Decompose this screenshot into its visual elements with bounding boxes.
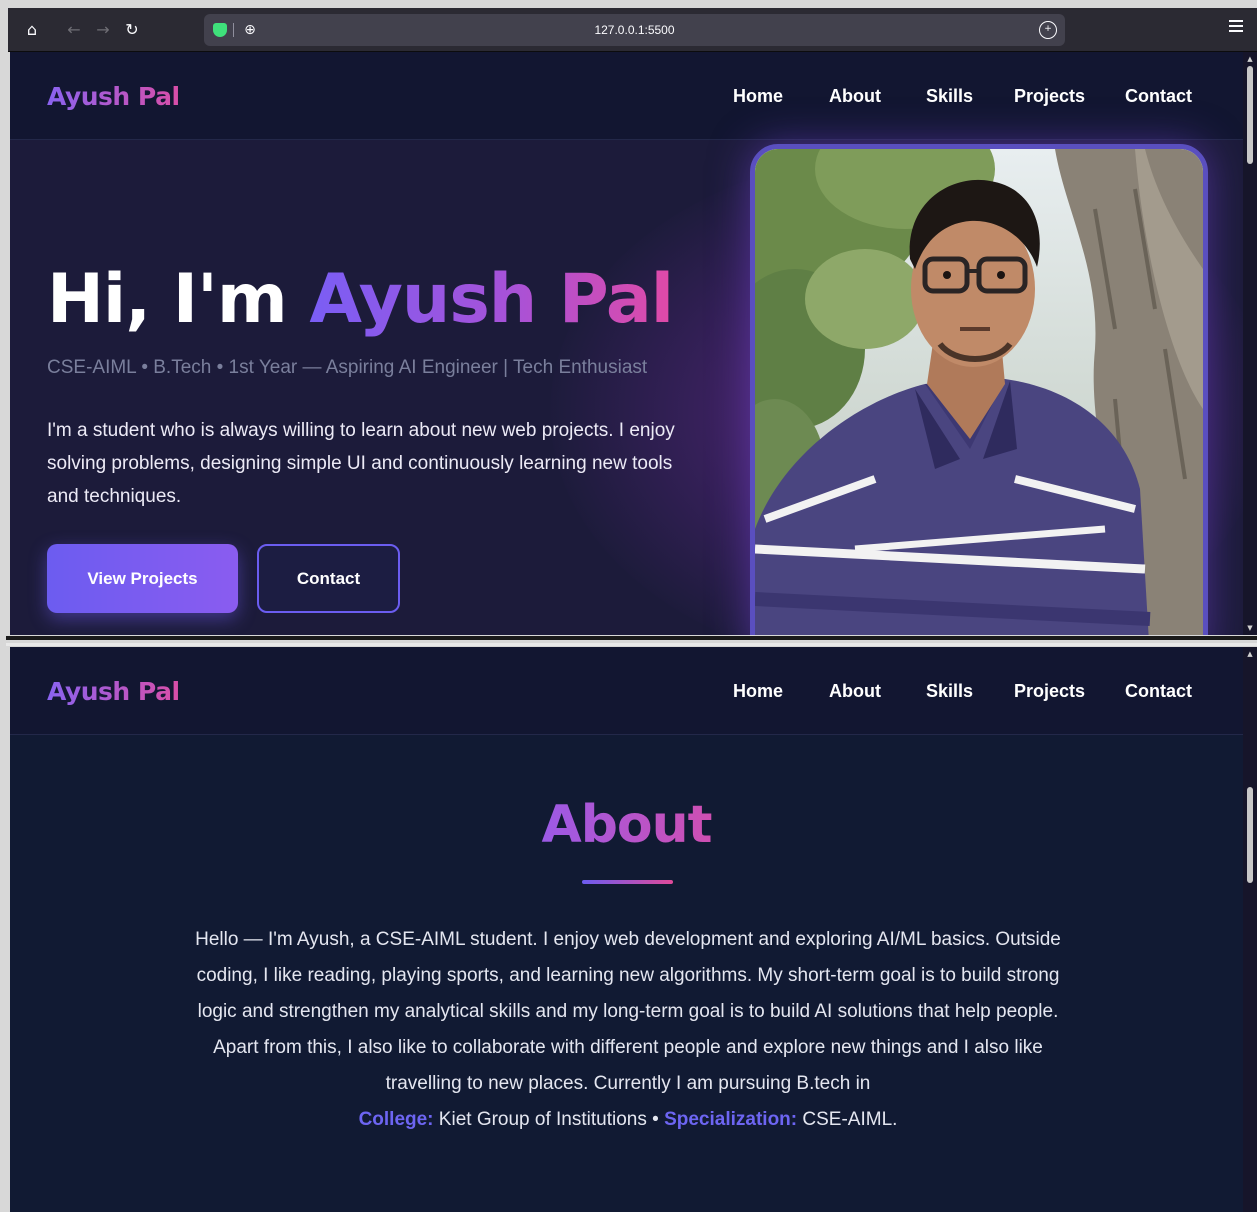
hero-viewport: Ayush Pal Home About Skills Projects Con… [10, 52, 1243, 635]
nav-link-projects[interactable]: Projects [1014, 681, 1085, 702]
scroll-thumb[interactable] [1247, 66, 1253, 164]
contact-button[interactable]: Contact [257, 544, 400, 613]
nav-link-contact[interactable]: Contact [1125, 681, 1192, 702]
profile-photo [750, 144, 1208, 635]
specialization-value: CSE-AIML. [802, 1109, 898, 1130]
info-separator: • [652, 1109, 659, 1130]
reload-icon[interactable]: ↻ [120, 18, 144, 42]
page-scrollbar-2[interactable]: ▲ [1243, 647, 1257, 1212]
about-underline [582, 880, 673, 884]
address-bar[interactable]: ⊕ 127.0.0.1:5500 + [204, 14, 1065, 46]
screenshot-divider [6, 636, 1257, 640]
scroll-down-arrow-icon[interactable]: ▼ [1243, 623, 1257, 633]
home-icon[interactable]: ⌂ [20, 18, 44, 42]
nav-link-skills[interactable]: Skills [926, 86, 973, 107]
about-paragraph: Hello — I'm Ayush, a CSE-AIML student. I… [188, 922, 1068, 1138]
back-arrow-icon[interactable]: ← [62, 18, 86, 42]
nav-link-contact[interactable]: Contact [1125, 86, 1192, 107]
screenshot-divider-light [6, 643, 1257, 646]
profile-photo-illustration [755, 149, 1203, 635]
about-viewport: Ayush Pal Home About Skills Projects Con… [10, 647, 1243, 1212]
reader-view-icon[interactable]: + [1039, 21, 1057, 39]
hero-description: I'm a student who is always willing to l… [47, 420, 675, 507]
nav-link-home[interactable]: Home [733, 86, 783, 107]
hero-subtitle: CSE-AIML • B.Tech • 1st Year — Aspiring … [47, 357, 648, 378]
main-nav: Home About Skills Projects Contact [10, 86, 1243, 110]
nav-link-projects[interactable]: Projects [1014, 86, 1085, 107]
college-label: College: [358, 1109, 434, 1130]
scroll-up-arrow-icon[interactable]: ▲ [1243, 649, 1257, 659]
menu-hamburger-icon[interactable] [1229, 20, 1243, 34]
page-scrollbar[interactable]: ▲ ▼ [1243, 52, 1257, 635]
site-header-sticky: Ayush Pal Home About Skills Projects Con… [10, 647, 1243, 735]
nav-link-home[interactable]: Home [733, 681, 783, 702]
url-text[interactable]: 127.0.0.1:5500 [204, 14, 1065, 46]
site-header: Ayush Pal Home About Skills Projects Con… [10, 52, 1243, 140]
scroll-up-arrow-icon[interactable]: ▲ [1243, 54, 1257, 64]
about-heading-text: About [541, 795, 712, 855]
forward-arrow-icon[interactable]: → [91, 18, 115, 42]
nav-link-about[interactable]: About [829, 681, 881, 702]
specialization-label: Specialization: [664, 1109, 798, 1130]
about-body: Hello — I'm Ayush, a CSE-AIML student. I… [195, 929, 1061, 1094]
hero-greeting: Hi, I'm [47, 260, 310, 339]
browser-toolbar: ⌂ ← → ↻ ⊕ 127.0.0.1:5500 + [8, 8, 1257, 52]
college-value: Kiet Group of Institutions [438, 1109, 647, 1130]
scroll-thumb[interactable] [1247, 787, 1253, 883]
main-nav: Home About Skills Projects Contact [10, 681, 1243, 705]
nav-link-about[interactable]: About [829, 86, 881, 107]
view-projects-button[interactable]: View Projects [47, 544, 238, 613]
nav-link-skills[interactable]: Skills [926, 681, 973, 702]
hero-name: Ayush Pal [309, 260, 674, 339]
hero-title: Hi, I'm Ayush Pal [47, 260, 674, 339]
about-heading: About [10, 795, 1243, 855]
